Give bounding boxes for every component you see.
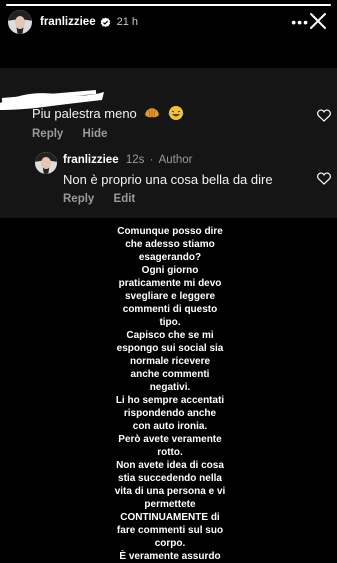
avatar[interactable] — [8, 10, 32, 34]
verified-badge-icon — [100, 16, 110, 27]
reply-actions: Reply Edit — [63, 193, 151, 205]
reply-reply-button[interactable]: Reply — [63, 193, 94, 205]
story-text: Comunque posso dire che adesso stiamo es… — [114, 226, 226, 562]
story-header: franlizziee 21 h ••• — [8, 10, 329, 34]
laughing-tears-emoji-icon — [168, 106, 184, 120]
heart-icon[interactable] — [317, 109, 331, 122]
comment-reply-button[interactable]: Reply — [32, 128, 63, 140]
reply-username[interactable]: franlizziee — [63, 154, 119, 166]
reply-avatar[interactable] — [35, 152, 57, 174]
post-time: 21 h — [116, 16, 139, 28]
username[interactable]: franlizziee — [40, 16, 96, 28]
reply-header: franlizziee 12s · Author — [63, 154, 193, 166]
reply-time: 12s — [125, 154, 145, 166]
reply-meta-separator: · — [149, 154, 154, 166]
comment-hide-button[interactable]: Hide — [83, 128, 108, 140]
reply-edit-button[interactable]: Edit — [114, 193, 136, 205]
story-progress-fill — [6, 4, 331, 6]
comment-text: Piu palestra meno — [32, 105, 184, 121]
comment-actions: Reply Hide — [32, 128, 123, 140]
story-progress-bar — [6, 4, 331, 6]
more-options-icon[interactable]: ••• — [291, 15, 309, 29]
reply-heart-icon[interactable] — [317, 172, 331, 185]
close-icon[interactable] — [309, 12, 327, 30]
comment-text-content: Piu palestra meno — [32, 106, 137, 121]
author-badge: Author — [158, 154, 193, 166]
croissant-emoji-icon — [145, 108, 160, 118]
reply-text: Non è proprio una cosa bella da dire — [63, 172, 273, 187]
